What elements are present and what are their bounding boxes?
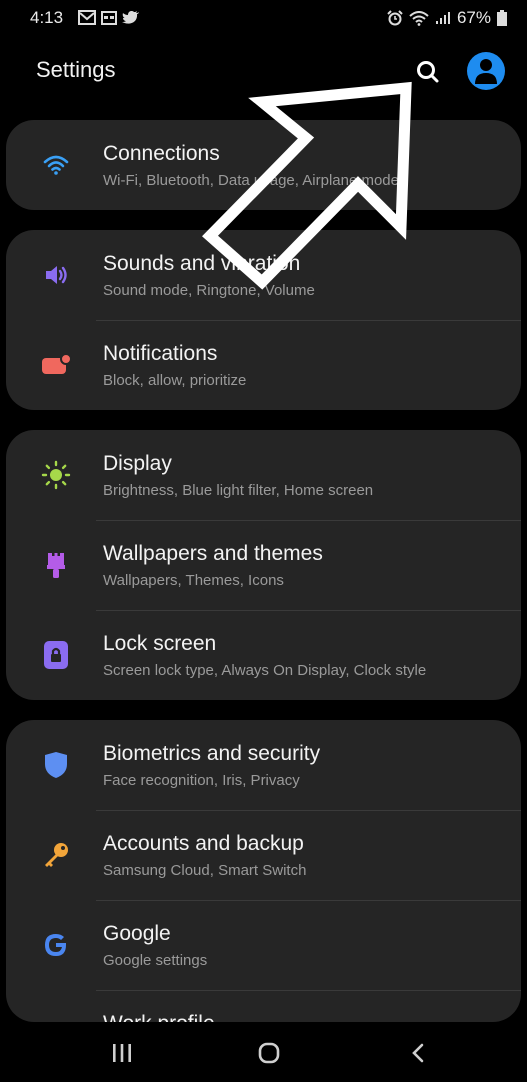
- google-icon: [36, 928, 76, 962]
- back-icon: [412, 1043, 424, 1063]
- back-button[interactable]: [398, 1038, 438, 1068]
- settings-item-accounts[interactable]: Accounts and backup Samsung Cloud, Smart…: [6, 810, 521, 900]
- item-title: Work profile: [103, 1012, 215, 1022]
- app-header: Settings: [6, 40, 521, 100]
- settings-item-sounds[interactable]: Sounds and vibration Sound mode, Rington…: [6, 230, 521, 320]
- twitter-notification-icon: [122, 11, 139, 24]
- account-avatar-button[interactable]: [467, 52, 505, 90]
- settings-item-biometrics[interactable]: Biometrics and security Face recognition…: [6, 720, 521, 810]
- item-subtitle: Brightness, Blue light filter, Home scre…: [103, 482, 374, 499]
- search-button[interactable]: [414, 58, 442, 86]
- paintbrush-icon: [36, 548, 76, 582]
- settings-group-security: Biometrics and security Face recognition…: [6, 720, 521, 1022]
- notification-icon: [36, 348, 76, 382]
- person-icon: [475, 59, 497, 84]
- lock-icon: [36, 638, 76, 672]
- status-time: 4:13: [30, 8, 64, 27]
- settings-group-sound-notifications: Sounds and vibration Sound mode, Rington…: [6, 230, 521, 410]
- settings-item-lock-screen[interactable]: Lock screen Screen lock type, Always On …: [6, 610, 521, 700]
- settings-item-notifications[interactable]: Notifications Block, allow, prioritize: [6, 320, 521, 410]
- volume-icon: [36, 258, 76, 292]
- page-title: Settings: [36, 57, 116, 82]
- item-subtitle: Wallpapers, Themes, Icons: [103, 572, 284, 589]
- status-right: 67%: [387, 8, 507, 28]
- search-icon: [417, 61, 439, 83]
- home-button[interactable]: [249, 1038, 289, 1068]
- settings-screen: 4:13 67% Settings Connections Wi-Fi, Blu…: [6, 0, 521, 1082]
- item-subtitle: Sound mode, Ringtone, Volume: [103, 282, 315, 299]
- wifi-icon: [36, 148, 76, 182]
- navigation-bar: [6, 1024, 521, 1082]
- home-icon: [258, 1042, 280, 1064]
- item-title: Lock screen: [103, 632, 217, 655]
- item-title: Connections: [103, 142, 220, 165]
- battery-icon: [497, 10, 507, 26]
- item-title: Google: [103, 922, 171, 945]
- calendar-notification-icon: [101, 11, 117, 25]
- item-title: Display: [103, 452, 172, 475]
- item-subtitle: Google settings: [103, 952, 208, 969]
- recent-apps-icon: [113, 1044, 131, 1062]
- shield-icon: [36, 748, 76, 782]
- item-title: Notifications: [103, 342, 218, 365]
- recent-apps-button[interactable]: [102, 1038, 142, 1068]
- status-notifications: [78, 10, 140, 25]
- battery-percent: 67%: [456, 8, 491, 27]
- item-subtitle: Samsung Cloud, Smart Switch: [103, 862, 307, 879]
- alarm-icon: [387, 10, 403, 26]
- settings-item-work-profile[interactable]: Work profile: [6, 990, 521, 1022]
- item-title: Biometrics and security: [103, 742, 321, 765]
- settings-item-display[interactable]: Display Brightness, Blue light filter, H…: [6, 430, 521, 520]
- key-icon: [36, 838, 76, 872]
- settings-item-google[interactable]: Google Google settings: [6, 900, 521, 990]
- signal-icon: [435, 12, 450, 24]
- item-subtitle: Block, allow, prioritize: [103, 372, 247, 389]
- item-title: Sounds and vibration: [103, 252, 301, 275]
- item-title: Wallpapers and themes: [103, 542, 323, 565]
- item-title: Accounts and backup: [103, 832, 304, 855]
- settings-item-connections[interactable]: Connections Wi-Fi, Bluetooth, Data usage…: [6, 120, 521, 210]
- gmail-notification-icon: [78, 10, 96, 25]
- item-subtitle: Wi-Fi, Bluetooth, Data usage, Airplane m…: [103, 172, 399, 189]
- wifi-status-icon: [409, 10, 429, 26]
- sun-icon: [36, 458, 76, 492]
- settings-group-connections: Connections Wi-Fi, Bluetooth, Data usage…: [6, 120, 521, 210]
- settings-item-wallpapers[interactable]: Wallpapers and themes Wallpapers, Themes…: [6, 520, 521, 610]
- briefcase-icon: [36, 1018, 76, 1022]
- status-bar: 4:13 67%: [6, 0, 521, 36]
- item-subtitle: Screen lock type, Always On Display, Clo…: [103, 662, 427, 679]
- settings-group-display: Display Brightness, Blue light filter, H…: [6, 430, 521, 700]
- item-subtitle: Face recognition, Iris, Privacy: [103, 772, 300, 789]
